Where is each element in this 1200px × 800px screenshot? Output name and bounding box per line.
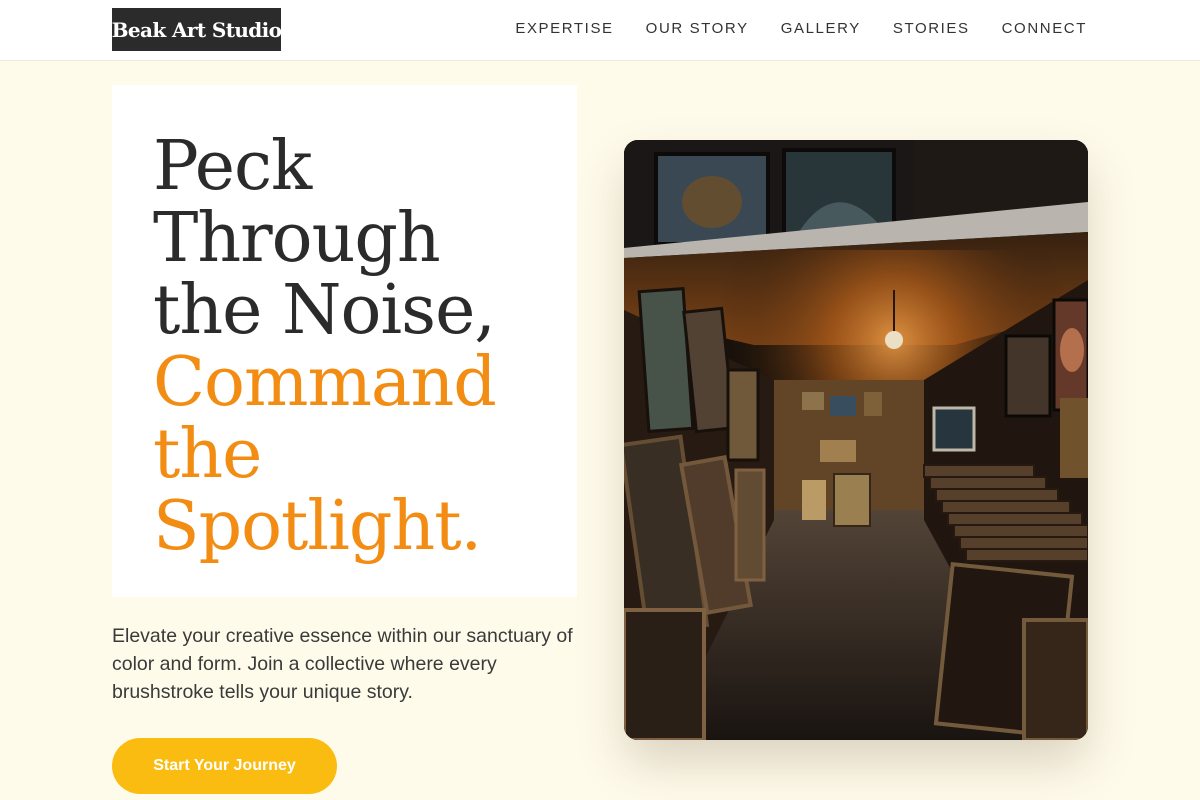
hero-headline: Peck Through the Noise, Command the Spot… bbox=[153, 127, 497, 566]
headline-line-1: Peck bbox=[153, 127, 312, 206]
main-nav: EXPERTISE OUR STORY GALLERY STORIES CONN… bbox=[515, 20, 1087, 37]
nav-link-gallery[interactable]: GALLERY bbox=[781, 20, 861, 37]
headline-line-2: Through bbox=[153, 199, 441, 278]
nav-link-connect[interactable]: CONNECT bbox=[1002, 20, 1087, 37]
hero-description: Elevate your creative essence within our… bbox=[112, 625, 573, 703]
headline-line-3: the Noise, bbox=[153, 271, 496, 350]
start-journey-button[interactable]: Start Your Journey bbox=[112, 738, 337, 794]
hero-headline-card: Peck Through the Noise, Command the Spot… bbox=[112, 85, 577, 597]
gallery-photo-illustration bbox=[624, 140, 1088, 740]
brand-logo[interactable]: Beak Art Studio bbox=[112, 8, 282, 51]
nav-link-expertise[interactable]: EXPERTISE bbox=[515, 20, 613, 37]
gallery-photo bbox=[624, 140, 1088, 740]
nav-link-stories[interactable]: STORIES bbox=[893, 20, 970, 37]
nav-link-our-story[interactable]: OUR STORY bbox=[646, 20, 749, 37]
site-header: Beak Art Studio EXPERTISE OUR STORY GALL… bbox=[0, 0, 1200, 61]
headline-accent-line-2: the bbox=[153, 415, 262, 494]
headline-accent-line-3: Spotlight. bbox=[153, 487, 482, 566]
headline-accent-line-1: Command bbox=[153, 343, 497, 422]
